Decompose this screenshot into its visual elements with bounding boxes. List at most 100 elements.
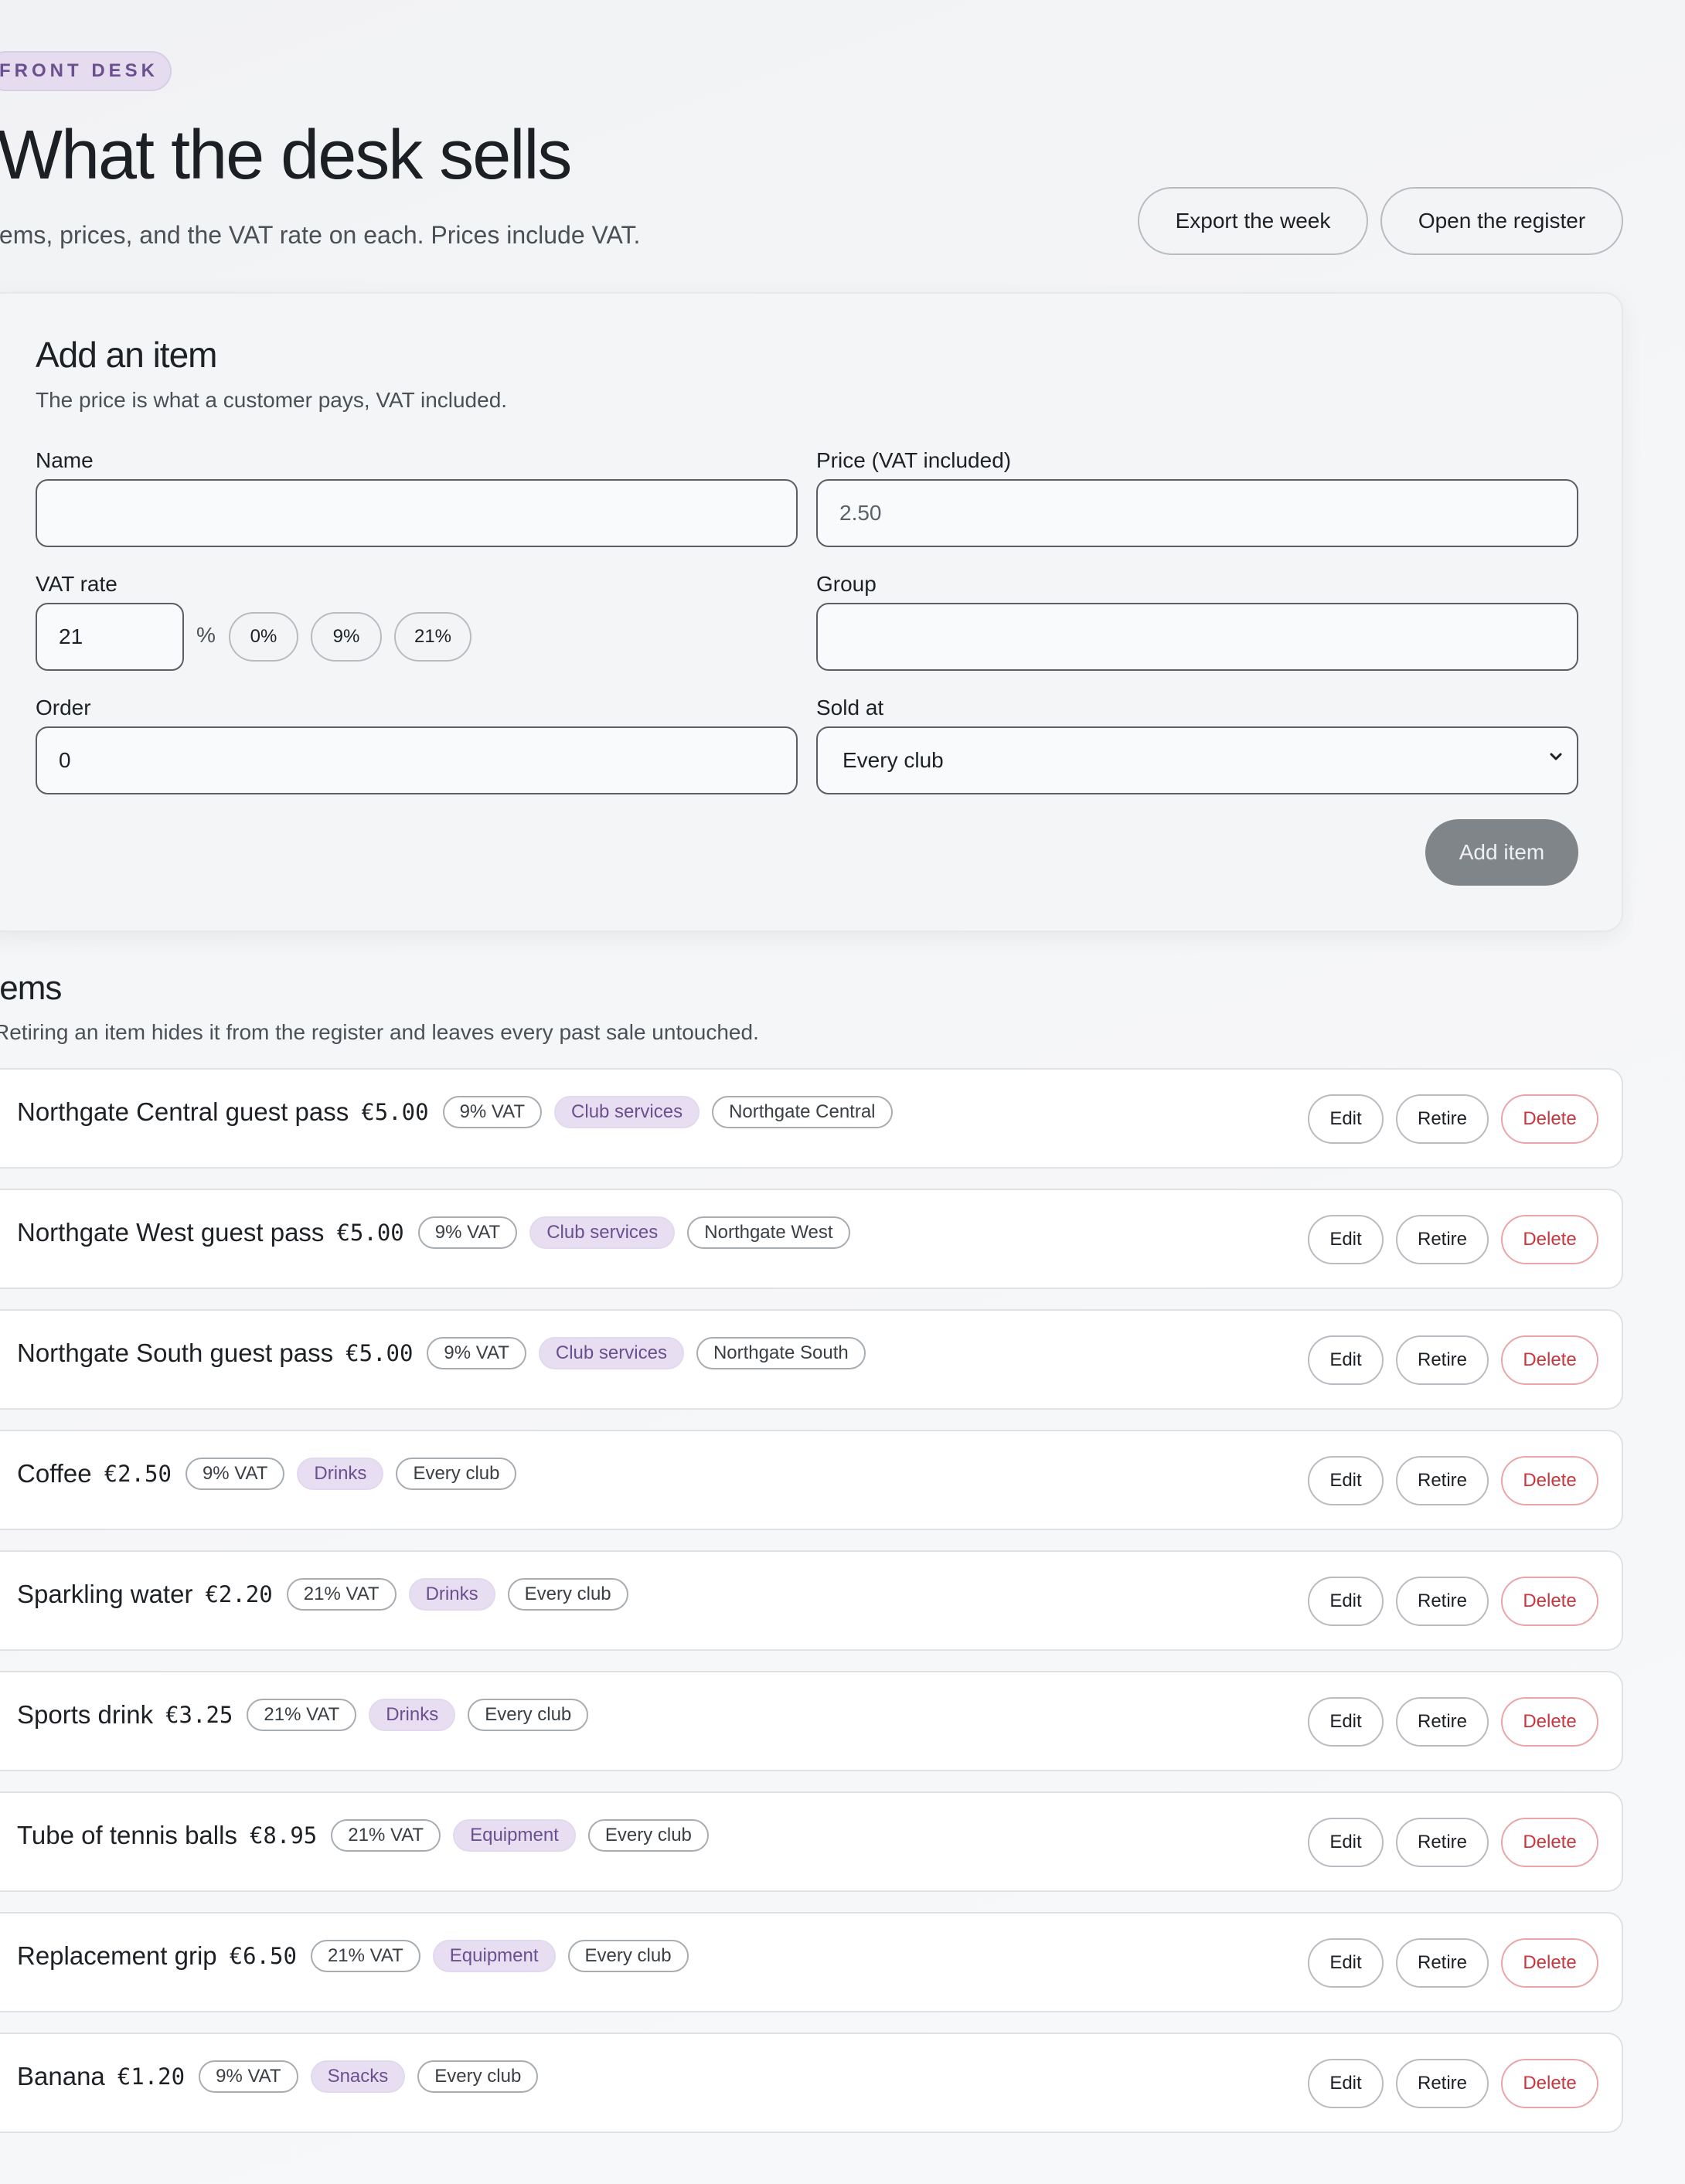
add-item-title: Add an item xyxy=(36,335,217,375)
item-price: €5.00 xyxy=(361,1099,429,1125)
item-club-badge: Every club xyxy=(587,1819,709,1852)
retire-item-button[interactable]: Retire xyxy=(1396,2059,1489,2108)
item-club-badge: Every club xyxy=(468,1699,589,1731)
vat-rate-label: VAT rate xyxy=(36,572,117,596)
item-row-info: Northgate South guest pass €5.00 9% VAT … xyxy=(17,1311,866,1396)
item-row: Tube of tennis balls €8.95 21% VAT Equip… xyxy=(0,1791,1623,1892)
item-row-info: Coffee €2.50 9% VAT Drinks Every club xyxy=(17,1431,517,1516)
item-row: Coffee €2.50 9% VAT Drinks Every club Ed… xyxy=(0,1430,1623,1530)
item-row-actions: Edit Retire Delete xyxy=(1308,1818,1598,1867)
item-group-badge: Club services xyxy=(554,1096,700,1128)
delete-item-button[interactable]: Delete xyxy=(1501,1335,1598,1385)
item-price: €6.50 xyxy=(229,1943,297,1969)
item-name: Sparkling water xyxy=(17,1580,193,1608)
edit-item-button[interactable]: Edit xyxy=(1308,2059,1384,2108)
add-item-button[interactable]: Add item xyxy=(1425,819,1578,886)
vat-rate-input[interactable]: 21 xyxy=(36,603,184,671)
edit-item-button[interactable]: Edit xyxy=(1308,1335,1384,1385)
item-price: €8.95 xyxy=(249,1822,318,1849)
retire-item-button[interactable]: Retire xyxy=(1396,1456,1489,1505)
item-row-info: Northgate Central guest pass €5.00 9% VA… xyxy=(17,1070,893,1155)
delete-item-button[interactable]: Delete xyxy=(1501,2059,1598,2108)
item-row-actions: Edit Retire Delete xyxy=(1308,1335,1598,1385)
retire-item-button[interactable]: Retire xyxy=(1396,1094,1489,1144)
page-title: What the desk sells xyxy=(0,117,572,194)
item-row-actions: Edit Retire Delete xyxy=(1308,1577,1598,1626)
delete-item-button[interactable]: Delete xyxy=(1501,1094,1598,1144)
sold-at-select[interactable]: Every club xyxy=(816,726,1578,794)
item-group-badge: Club services xyxy=(529,1216,676,1249)
item-name: Tube of tennis balls xyxy=(17,1821,237,1849)
item-group-badge: Equipment xyxy=(432,1940,556,1972)
item-row-actions: Edit Retire Delete xyxy=(1308,1697,1598,1747)
item-vat-badge: 9% VAT xyxy=(199,2060,298,2093)
item-row: Replacement grip €6.50 21% VAT Equipment… xyxy=(0,1912,1623,2012)
item-price: €2.20 xyxy=(205,1581,273,1607)
item-vat-badge: 9% VAT xyxy=(427,1337,526,1369)
order-input[interactable]: 0 xyxy=(36,726,798,794)
delete-item-button[interactable]: Delete xyxy=(1501,1818,1598,1867)
sold-at-label: Sold at xyxy=(816,696,884,719)
price-input[interactable]: 2.50 xyxy=(816,479,1578,547)
item-name: Coffee xyxy=(17,1459,92,1488)
delete-item-button[interactable]: Delete xyxy=(1501,1215,1598,1264)
order-input-value: 0 xyxy=(59,748,71,772)
item-row-actions: Edit Retire Delete xyxy=(1308,2059,1598,2108)
vat-preset-9[interactable]: 9% xyxy=(311,612,382,662)
delete-item-button[interactable]: Delete xyxy=(1501,1456,1598,1505)
item-name: Replacement grip xyxy=(17,1941,217,1970)
name-input[interactable] xyxy=(36,479,798,547)
item-group-badge: Drinks xyxy=(408,1578,495,1611)
edit-item-button[interactable]: Edit xyxy=(1308,1215,1384,1264)
delete-item-button[interactable]: Delete xyxy=(1501,1577,1598,1626)
retire-item-button[interactable]: Retire xyxy=(1396,1938,1489,1988)
item-row-info: Tube of tennis balls €8.95 21% VAT Equip… xyxy=(17,1793,709,1878)
retire-item-button[interactable]: Retire xyxy=(1396,1335,1489,1385)
item-row-actions: Edit Retire Delete xyxy=(1308,1094,1598,1144)
order-label: Order xyxy=(36,696,91,719)
edit-item-button[interactable]: Edit xyxy=(1308,1094,1384,1144)
items-section-title: tems xyxy=(0,969,62,1007)
item-row-info: Northgate West guest pass €5.00 9% VAT C… xyxy=(17,1190,850,1275)
name-label: Name xyxy=(36,448,94,472)
edit-item-button[interactable]: Edit xyxy=(1308,1456,1384,1505)
add-item-subtitle: The price is what a customer pays, VAT i… xyxy=(36,388,508,412)
retire-item-button[interactable]: Retire xyxy=(1396,1818,1489,1867)
item-club-badge: Every club xyxy=(417,2060,539,2093)
item-group-badge: Club services xyxy=(538,1337,684,1369)
export-week-button[interactable]: Export the week xyxy=(1138,187,1368,255)
item-vat-badge: 21% VAT xyxy=(310,1940,420,1972)
group-input[interactable] xyxy=(816,603,1578,671)
vat-percent-unit: % xyxy=(196,623,216,647)
retire-item-button[interactable]: Retire xyxy=(1396,1697,1489,1747)
retire-item-button[interactable]: Retire xyxy=(1396,1577,1489,1626)
item-club-badge: Northgate South xyxy=(696,1337,866,1369)
item-row-info: Banana €1.20 9% VAT Snacks Every club xyxy=(17,2034,539,2119)
vat-preset-21[interactable]: 21% xyxy=(394,612,471,662)
item-group-badge: Drinks xyxy=(297,1458,384,1490)
group-label: Group xyxy=(816,572,877,596)
item-vat-badge: 9% VAT xyxy=(417,1216,518,1249)
retire-item-button[interactable]: Retire xyxy=(1396,1215,1489,1264)
section-eyebrow-badge: FRONT DESK xyxy=(0,51,172,91)
item-name: Northgate Central guest pass xyxy=(17,1097,349,1126)
chevron-down-icon xyxy=(1550,753,1562,760)
delete-item-button[interactable]: Delete xyxy=(1501,1697,1598,1747)
edit-item-button[interactable]: Edit xyxy=(1308,1577,1384,1626)
price-input-placeholder: 2.50 xyxy=(839,501,882,525)
item-row-info: Sports drink €3.25 21% VAT Drinks Every … xyxy=(17,1672,589,1757)
item-price: €2.50 xyxy=(104,1461,172,1487)
open-register-button[interactable]: Open the register xyxy=(1380,187,1623,255)
item-price: €5.00 xyxy=(336,1220,404,1246)
item-row: Banana €1.20 9% VAT Snacks Every club Ed… xyxy=(0,2033,1623,2133)
item-group-badge: Equipment xyxy=(453,1819,576,1852)
edit-item-button[interactable]: Edit xyxy=(1308,1938,1384,1988)
item-club-badge: Every club xyxy=(396,1458,517,1490)
item-club-badge: Northgate West xyxy=(687,1216,850,1249)
edit-item-button[interactable]: Edit xyxy=(1308,1818,1384,1867)
delete-item-button[interactable]: Delete xyxy=(1501,1938,1598,1988)
edit-item-button[interactable]: Edit xyxy=(1308,1697,1384,1747)
item-group-badge: Drinks xyxy=(369,1699,456,1731)
vat-preset-0[interactable]: 0% xyxy=(229,612,298,662)
price-label: Price (VAT included) xyxy=(816,448,1012,472)
